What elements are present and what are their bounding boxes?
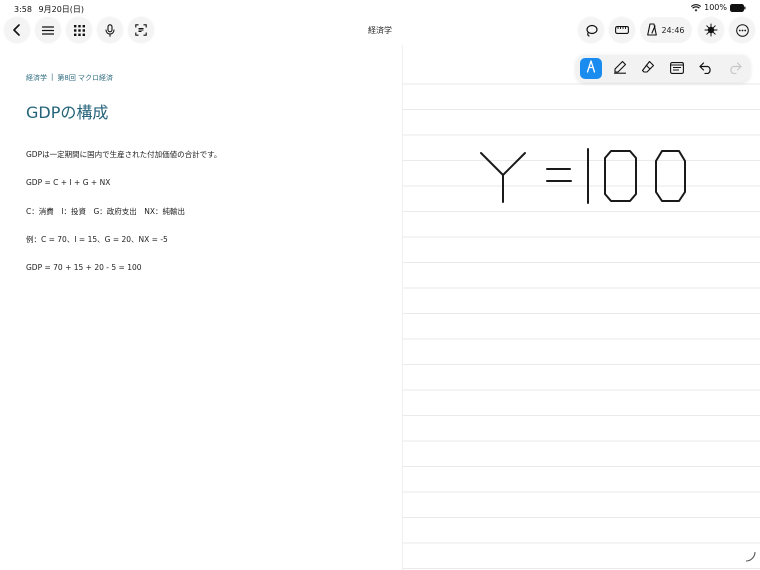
handwriting-canvas[interactable] xyxy=(403,45,760,570)
ruler-button[interactable] xyxy=(609,17,635,43)
sparkle-icon xyxy=(704,23,718,37)
ai-button[interactable] xyxy=(698,17,724,43)
note-text-line: 例：C = 70、I = 15、G = 20、NX = -5 xyxy=(26,235,168,244)
status-indicators: 100% xyxy=(691,3,746,12)
note-page-left[interactable]: 経済学 | 第8回 マクロ経済 GDPの構成 GDPは一定期間に国内で生産された… xyxy=(0,45,403,570)
breadcrumb-separator: | xyxy=(51,73,54,81)
eraser-tool-button[interactable] xyxy=(637,58,659,79)
text-box-tool-button[interactable] xyxy=(666,58,688,79)
top-toolbar: 経済学 24:46 xyxy=(0,17,760,45)
page-title: GDPの構成 xyxy=(26,103,109,122)
wifi-icon xyxy=(691,3,702,12)
status-bar: 3:58 9月20日(日) 100% xyxy=(0,0,760,17)
timer-button[interactable]: 24:46 xyxy=(640,17,692,43)
clock-date: 9月20日(日) xyxy=(38,5,85,14)
highlighter-icon xyxy=(613,59,627,78)
undo-button[interactable] xyxy=(695,58,717,79)
lasso-button[interactable] xyxy=(578,17,604,43)
breadcrumb: 経済学 | 第8回 マクロ経済 xyxy=(26,73,113,83)
lasso-icon xyxy=(585,24,598,37)
timer-value: 24:46 xyxy=(661,25,685,35)
note-text-line: C：消費 I：投資 G：政府支出 NX：純輸出 xyxy=(26,207,186,216)
breadcrumb-subject[interactable]: 経済学 xyxy=(26,73,47,83)
more-button[interactable] xyxy=(729,17,755,43)
ruler-icon xyxy=(615,26,629,34)
fountain-pen-icon xyxy=(586,59,596,78)
note-text-line: GDPは一定期間に国内で生産された付加価値の合計です。 xyxy=(26,150,222,159)
redo-icon xyxy=(728,59,742,78)
eraser-icon xyxy=(641,59,655,78)
redo-button[interactable] xyxy=(724,58,746,79)
pen-toolbar xyxy=(576,55,750,82)
undo-icon xyxy=(699,59,713,78)
metronome-icon xyxy=(647,22,658,38)
text-box-icon xyxy=(670,59,684,78)
pen-tool-button[interactable] xyxy=(580,58,602,79)
note-text-line: GDP = 70 + 15 + 20 - 5 = 100 xyxy=(26,263,142,272)
highlighter-tool-button[interactable] xyxy=(609,58,631,79)
page-resize-handle[interactable] xyxy=(744,547,756,566)
breadcrumb-lecture[interactable]: 第8回 マクロ経済 xyxy=(57,73,113,83)
status-time: 3:58 9月20日(日) xyxy=(14,4,84,15)
battery-percent: 100% xyxy=(704,3,727,12)
more-icon xyxy=(735,23,749,37)
clock-time: 3:58 xyxy=(14,5,32,14)
battery-icon xyxy=(730,3,746,12)
note-text-line: GDP = C + I + G + NX xyxy=(26,178,111,187)
